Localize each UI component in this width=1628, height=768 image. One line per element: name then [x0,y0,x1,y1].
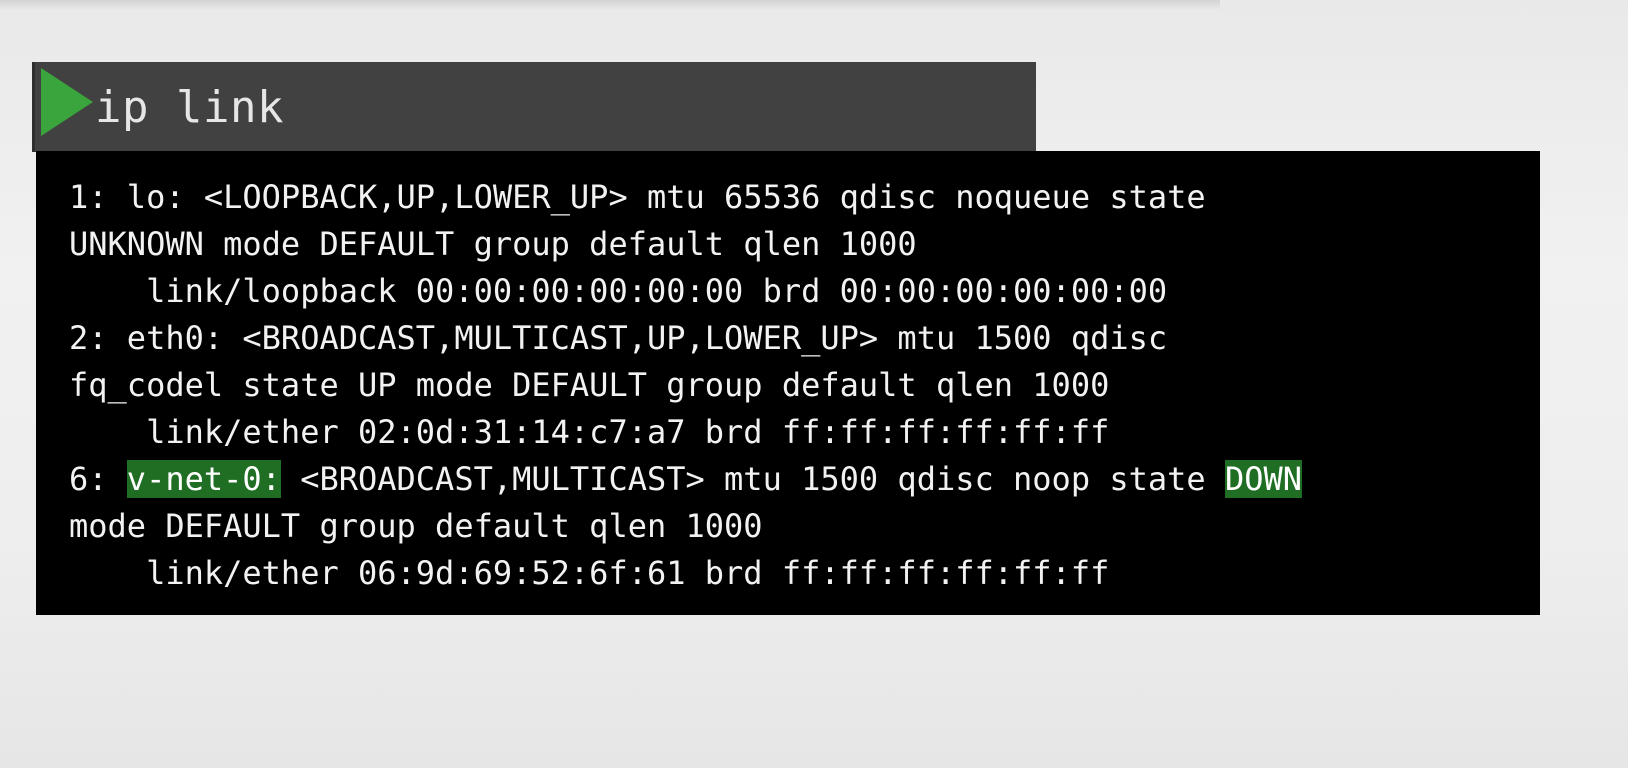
line-7-prefix: 6: [69,460,127,498]
output-line-3: link/loopback 00:00:00:00:00:00 brd 00:0… [69,272,1168,310]
output-line-1: 1: lo: <LOOPBACK,UP,LOWER_UP> mtu 65536 … [69,178,1206,216]
play-icon [41,68,93,136]
command-bar: ip link [32,62,1036,152]
output-line-8: mode DEFAULT group default qlen 1000 [69,507,763,545]
output-line-6: link/ether 02:0d:31:14:c7:a7 brd ff:ff:f… [69,413,1110,451]
state-down-highlight: DOWN [1224,460,1302,498]
output-line-5: fq_codel state UP mode DEFAULT group def… [69,366,1110,404]
output-line-9: link/ether 06:9d:69:52:6f:61 brd ff:ff:f… [69,554,1110,592]
interface-name-highlight: v-net-0: [126,460,281,498]
terminal-output: 1: lo: <LOOPBACK,UP,LOWER_UP> mtu 65536 … [36,151,1540,615]
output-line-4: 2: eth0: <BROADCAST,MULTICAST,UP,LOWER_U… [69,319,1168,357]
command-text: ip link [95,82,284,133]
background-smudge [0,0,1220,10]
output-line-7: 6: v-net-0: <BROADCAST,MULTICAST> mtu 15… [69,456,1540,503]
line-7-middle: <BROADCAST,MULTICAST> mtu 1500 qdisc noo… [280,460,1225,498]
output-line-2: UNKNOWN mode DEFAULT group default qlen … [69,225,917,263]
